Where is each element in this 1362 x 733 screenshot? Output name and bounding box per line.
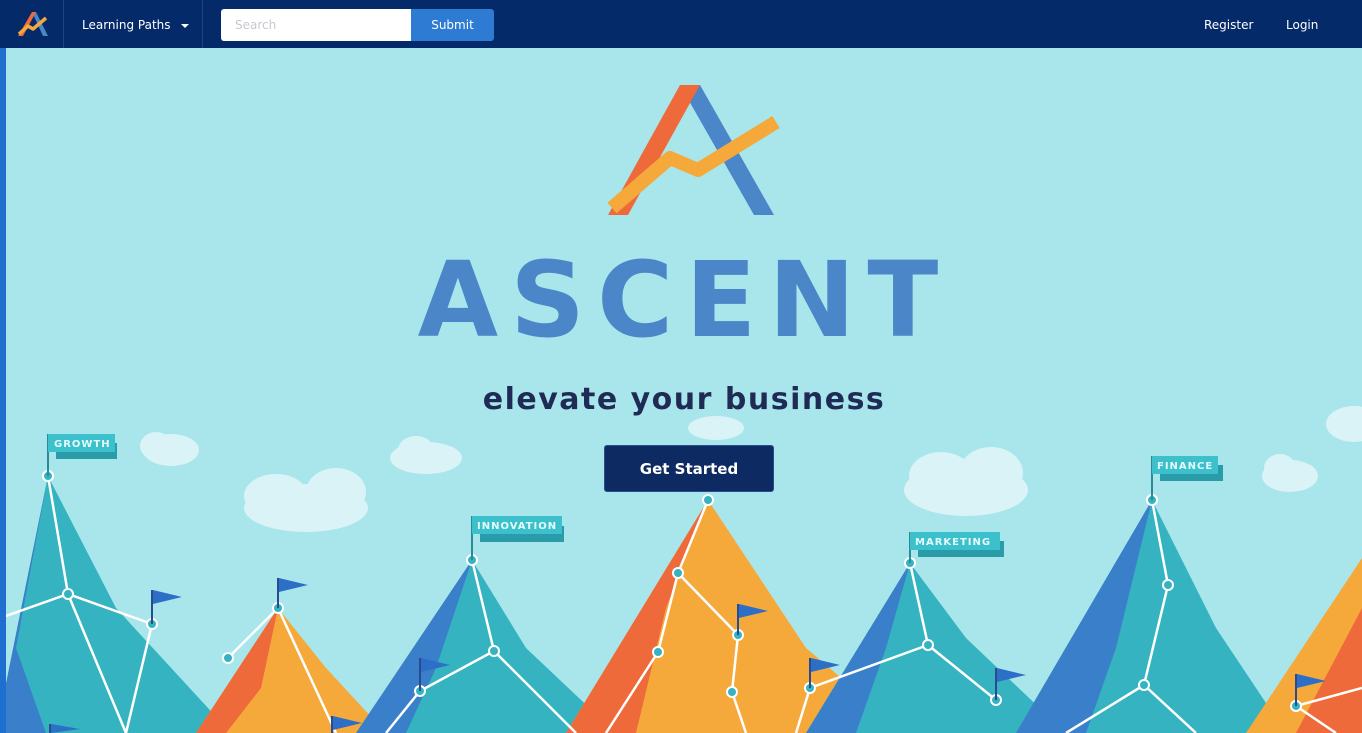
get-started-button[interactable]: Get Started	[604, 445, 774, 492]
learning-paths-label: Learning Paths	[82, 18, 171, 32]
peak-flag-finance: FINANCE	[1151, 456, 1223, 500]
brand-title: ASCENT	[417, 239, 951, 361]
flag-label-finance: FINANCE	[1157, 461, 1213, 472]
hero-section: GROWTH INNOVATION MARKETING FINANCE ASCE…	[6, 48, 1362, 733]
nav-divider	[63, 0, 64, 48]
ascent-logo-mark-icon	[607, 85, 780, 215]
submit-button[interactable]: Submit	[411, 9, 494, 41]
peak-flag-marketing: MARKETING	[909, 532, 1004, 563]
top-navbar: Learning Paths Submit Register Login	[0, 0, 1362, 48]
login-link[interactable]: Login	[1286, 0, 1318, 48]
nav-divider	[202, 0, 203, 48]
peak-flag-innovation: INNOVATION	[471, 516, 564, 560]
tagline: elevate your business	[482, 382, 886, 417]
register-link[interactable]: Register	[1204, 0, 1253, 48]
learning-paths-dropdown[interactable]: Learning Paths	[82, 0, 189, 48]
mountain-range-illustration	[6, 476, 1362, 733]
flag-label-innovation: INNOVATION	[477, 521, 557, 532]
peak-flag-growth: GROWTH	[47, 434, 117, 476]
flag-label-marketing: MARKETING	[915, 537, 991, 548]
ascent-logo-icon[interactable]	[12, 8, 54, 40]
chevron-down-icon	[180, 23, 189, 28]
flag-label-growth: GROWTH	[54, 439, 111, 450]
search-input[interactable]	[221, 9, 411, 41]
